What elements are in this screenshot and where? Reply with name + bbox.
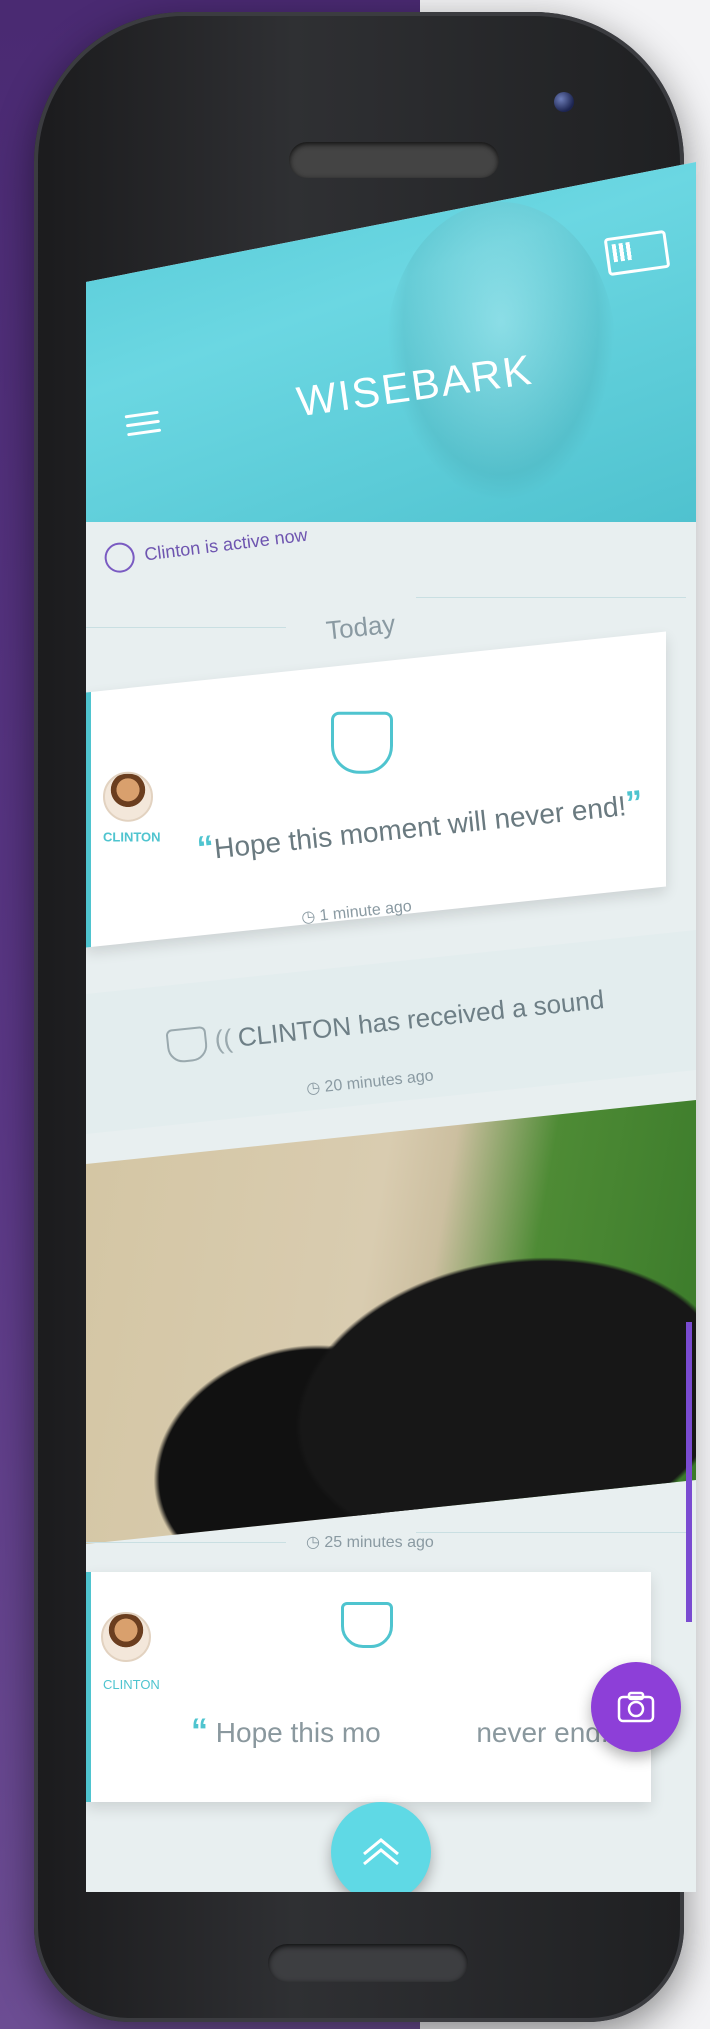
timestamp: ◷ 20 minutes ago [305, 1065, 435, 1098]
app-screen: WISEBARK Clinton is active now Today CLI… [86, 162, 696, 1892]
message-text: “ Hope this mo never end! ” [191, 1712, 633, 1751]
message-card[interactable]: CLINTON “Hope this moment will never end… [86, 631, 666, 948]
open-quote: “ [191, 1712, 208, 1750]
camera-icon [617, 1691, 655, 1723]
timestamp: ◷ 1 minute ago [300, 896, 412, 927]
divider [86, 627, 286, 628]
message-body-start: Hope this mo [215, 1717, 381, 1748]
front-camera [554, 92, 574, 112]
dog-photo[interactable] [86, 1099, 696, 1545]
timestamp-text: 1 minute ago [318, 897, 413, 925]
clock-icon: ◷ [306, 1534, 325, 1551]
sound-event[interactable]: ((CLINTON has received a sound ◷ 20 minu… [86, 929, 696, 1135]
dog-face-icon [341, 1602, 393, 1648]
dog-face-icon [331, 711, 393, 774]
sound-event-text-row: ((CLINTON has received a sound [165, 984, 606, 1064]
clock-icon: ◷ [305, 1078, 326, 1098]
menu-icon[interactable] [124, 405, 162, 443]
sound-event-text: CLINTON has received a sound [236, 984, 606, 1053]
close-quote: ” [623, 783, 645, 823]
status-row: Clinton is active now [102, 520, 309, 575]
message-body: Hope this moment will never end! [212, 790, 628, 865]
message-text: “Hope this moment will never end!” [195, 783, 645, 869]
phone-frame: WISEBARK Clinton is active now Today CLI… [34, 12, 696, 2022]
sound-wave-icon: (( [213, 1023, 234, 1055]
message-card[interactable]: CLINTON “ Hope this mo never end! ” [86, 1572, 651, 1802]
bottom-speaker [268, 1944, 468, 1982]
edge-accent [686, 1322, 692, 1622]
earpiece-speaker [289, 142, 499, 178]
scroll-up-button[interactable] [331, 1802, 431, 1892]
divider [86, 1542, 286, 1543]
dog-face-icon [102, 540, 137, 575]
dog-face-icon [165, 1026, 209, 1064]
timestamp-text: 25 minutes ago [324, 1534, 434, 1551]
app-header: WISEBARK [86, 162, 696, 522]
timestamp: ◷ 25 minutes ago [306, 1532, 434, 1552]
divider [416, 1532, 686, 1533]
timestamp-text: 20 minutes ago [323, 1067, 435, 1096]
divider [416, 597, 686, 598]
battery-icon[interactable] [603, 229, 671, 277]
avatar[interactable] [101, 1612, 151, 1662]
day-separator: Today [324, 608, 397, 646]
message-body-end: never end! [476, 1717, 609, 1748]
clock-icon: ◷ [300, 907, 321, 927]
avatar-name: CLINTON [103, 829, 161, 845]
chevron-up-icon [363, 1838, 399, 1866]
camera-button[interactable] [591, 1662, 681, 1752]
avatar[interactable] [103, 771, 153, 822]
avatar-name: CLINTON [103, 1677, 160, 1692]
status-text: Clinton is active now [143, 524, 309, 564]
